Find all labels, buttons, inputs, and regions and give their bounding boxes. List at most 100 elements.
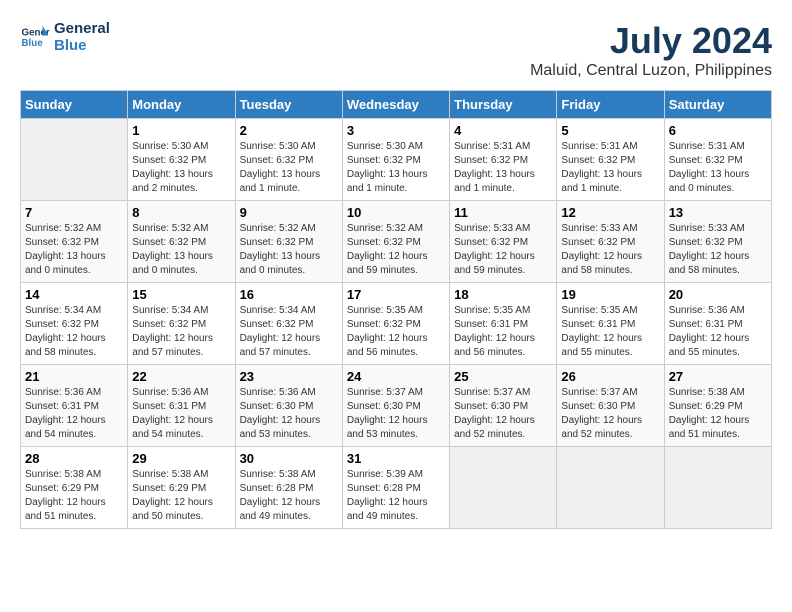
calendar-cell: 28 Sunrise: 5:38 AM Sunset: 6:29 PM Dayli… — [21, 447, 128, 529]
day-number: 8 — [132, 205, 230, 220]
calendar-cell: 4Sunrise: 5:31 AM Sunset: 6:32 PM Daylig… — [450, 119, 557, 201]
day-info: Sunrise: 5:37 AM Sunset: 6:30 PM Dayligh… — [561, 386, 659, 442]
day-number: 5 — [561, 123, 659, 138]
calendar-cell: 25 Sunrise: 5:37 AM Sunset: 6:30 PM Dayli… — [450, 365, 557, 447]
day-number: 29 — [132, 451, 230, 466]
day-number: 25 — [454, 369, 552, 384]
calendar-cell: 10Sunrise: 5:32 AM Sunset: 6:32 PM Dayli… — [342, 201, 449, 283]
day-info: Sunrise: 5:31 AM Sunset: 6:32 PM Dayligh… — [454, 140, 552, 196]
day-number: 15 — [132, 287, 230, 302]
logo-line1: General — [54, 20, 110, 37]
svg-text:Blue: Blue — [22, 38, 44, 49]
day-info: Sunrise: 5:33 AM Sunset: 6:32 PM Dayligh… — [561, 222, 659, 278]
header-thursday: Thursday — [450, 91, 557, 119]
day-info: Sunrise: 5:34 AM Sunset: 6:32 PM Dayligh… — [240, 304, 338, 360]
day-info: Sunrise: 5:37 AM Sunset: 6:30 PM Dayligh… — [454, 386, 552, 442]
day-info: Sunrise: 5:38 AM Sunset: 6:29 PM Dayligh… — [132, 468, 230, 524]
header-sunday: Sunday — [21, 91, 128, 119]
calendar-cell — [21, 119, 128, 201]
day-info: Sunrise: 5:36 AM Sunset: 6:31 PM Dayligh… — [132, 386, 230, 442]
calendar-cell: 5 Sunrise: 5:31 AM Sunset: 6:32 PM Daylig… — [557, 119, 664, 201]
day-number: 31 — [347, 451, 445, 466]
day-info: Sunrise: 5:35 AM Sunset: 6:31 PM Dayligh… — [561, 304, 659, 360]
day-info: Sunrise: 5:36 AM Sunset: 6:31 PM Dayligh… — [25, 386, 123, 442]
calendar-cell: 19 Sunrise: 5:35 AM Sunset: 6:31 PM Dayli… — [557, 283, 664, 365]
day-number: 24 — [347, 369, 445, 384]
calendar-cell: 20 Sunrise: 5:36 AM Sunset: 6:31 PM Dayli… — [664, 283, 771, 365]
calendar-cell: 18 Sunrise: 5:35 AM Sunset: 6:31 PM Dayli… — [450, 283, 557, 365]
day-number: 30 — [240, 451, 338, 466]
day-info: Sunrise: 5:38 AM Sunset: 6:29 PM Dayligh… — [25, 468, 123, 524]
day-number: 12 — [561, 205, 659, 220]
day-number: 16 — [240, 287, 338, 302]
day-info: Sunrise: 5:31 AM Sunset: 6:32 PM Dayligh… — [669, 140, 767, 196]
day-info: Sunrise: 5:34 AM Sunset: 6:32 PM Dayligh… — [132, 304, 230, 360]
calendar-week-4: 21 Sunrise: 5:36 AM Sunset: 6:31 PM Dayli… — [21, 365, 772, 447]
header-tuesday: Tuesday — [235, 91, 342, 119]
header-monday: Monday — [128, 91, 235, 119]
day-number: 17 — [347, 287, 445, 302]
day-info: Sunrise: 5:32 AM Sunset: 6:32 PM Dayligh… — [240, 222, 338, 278]
page-header: General Blue General Blue July 2024 Malu… — [20, 20, 772, 80]
day-info: Sunrise: 5:32 AM Sunset: 6:32 PM Dayligh… — [25, 222, 123, 278]
main-title: July 2024 — [530, 20, 772, 62]
calendar-week-3: 14 Sunrise: 5:34 AM Sunset: 6:32 PM Dayli… — [21, 283, 772, 365]
calendar-cell: 14 Sunrise: 5:34 AM Sunset: 6:32 PM Dayli… — [21, 283, 128, 365]
day-number: 9 — [240, 205, 338, 220]
day-info: Sunrise: 5:30 AM Sunset: 6:32 PM Dayligh… — [240, 140, 338, 196]
subtitle: Maluid, Central Luzon, Philippines — [530, 62, 772, 80]
day-info: Sunrise: 5:37 AM Sunset: 6:30 PM Dayligh… — [347, 386, 445, 442]
calendar-cell — [557, 447, 664, 529]
day-info: Sunrise: 5:38 AM Sunset: 6:28 PM Dayligh… — [240, 468, 338, 524]
calendar-cell: 26 Sunrise: 5:37 AM Sunset: 6:30 PM Dayli… — [557, 365, 664, 447]
day-info: Sunrise: 5:36 AM Sunset: 6:31 PM Dayligh… — [669, 304, 767, 360]
day-info: Sunrise: 5:35 AM Sunset: 6:31 PM Dayligh… — [454, 304, 552, 360]
calendar-cell: 2 Sunrise: 5:30 AM Sunset: 6:32 PM Daylig… — [235, 119, 342, 201]
calendar-cell: 3 Sunrise: 5:30 AM Sunset: 6:32 PM Daylig… — [342, 119, 449, 201]
day-info: Sunrise: 5:39 AM Sunset: 6:28 PM Dayligh… — [347, 468, 445, 524]
calendar-cell: 6Sunrise: 5:31 AM Sunset: 6:32 PM Daylig… — [664, 119, 771, 201]
title-block: July 2024 Maluid, Central Luzon, Philipp… — [530, 20, 772, 80]
day-info: Sunrise: 5:31 AM Sunset: 6:32 PM Dayligh… — [561, 140, 659, 196]
header-wednesday: Wednesday — [342, 91, 449, 119]
day-number: 2 — [240, 123, 338, 138]
calendar-week-1: 1Sunrise: 5:30 AM Sunset: 6:32 PM Daylig… — [21, 119, 772, 201]
day-number: 13 — [669, 205, 767, 220]
calendar-cell: 8Sunrise: 5:32 AM Sunset: 6:32 PM Daylig… — [128, 201, 235, 283]
day-info: Sunrise: 5:36 AM Sunset: 6:30 PM Dayligh… — [240, 386, 338, 442]
day-number: 27 — [669, 369, 767, 384]
calendar-cell: 27 Sunrise: 5:38 AM Sunset: 6:29 PM Dayli… — [664, 365, 771, 447]
day-info: Sunrise: 5:35 AM Sunset: 6:32 PM Dayligh… — [347, 304, 445, 360]
logo: General Blue General Blue — [20, 20, 110, 54]
calendar-cell — [450, 447, 557, 529]
header-friday: Friday — [557, 91, 664, 119]
day-number: 26 — [561, 369, 659, 384]
logo-line2: Blue — [54, 37, 110, 54]
calendar-cell: 24 Sunrise: 5:37 AM Sunset: 6:30 PM Dayli… — [342, 365, 449, 447]
day-number: 3 — [347, 123, 445, 138]
day-number: 28 — [25, 451, 123, 466]
day-info: Sunrise: 5:30 AM Sunset: 6:32 PM Dayligh… — [347, 140, 445, 196]
day-number: 23 — [240, 369, 338, 384]
logo-icon: General Blue — [20, 22, 50, 52]
day-info: Sunrise: 5:34 AM Sunset: 6:32 PM Dayligh… — [25, 304, 123, 360]
calendar-cell: 22Sunrise: 5:36 AM Sunset: 6:31 PM Dayli… — [128, 365, 235, 447]
calendar-cell: 23 Sunrise: 5:36 AM Sunset: 6:30 PM Dayli… — [235, 365, 342, 447]
calendar-cell: 11Sunrise: 5:33 AM Sunset: 6:32 PM Dayli… — [450, 201, 557, 283]
day-number: 19 — [561, 287, 659, 302]
calendar-header-row: SundayMondayTuesdayWednesdayThursdayFrid… — [21, 91, 772, 119]
calendar-cell: 13 Sunrise: 5:33 AM Sunset: 6:32 PM Dayli… — [664, 201, 771, 283]
day-number: 14 — [25, 287, 123, 302]
day-info: Sunrise: 5:33 AM Sunset: 6:32 PM Dayligh… — [669, 222, 767, 278]
calendar-cell — [664, 447, 771, 529]
day-number: 18 — [454, 287, 552, 302]
calendar-cell: 16 Sunrise: 5:34 AM Sunset: 6:32 PM Dayli… — [235, 283, 342, 365]
header-saturday: Saturday — [664, 91, 771, 119]
day-number: 20 — [669, 287, 767, 302]
calendar-cell: 15 Sunrise: 5:34 AM Sunset: 6:32 PM Dayli… — [128, 283, 235, 365]
calendar-cell: 1Sunrise: 5:30 AM Sunset: 6:32 PM Daylig… — [128, 119, 235, 201]
day-number: 21 — [25, 369, 123, 384]
day-info: Sunrise: 5:38 AM Sunset: 6:29 PM Dayligh… — [669, 386, 767, 442]
calendar-table: SundayMondayTuesdayWednesdayThursdayFrid… — [20, 90, 772, 529]
calendar-cell: 12 Sunrise: 5:33 AM Sunset: 6:32 PM Dayli… — [557, 201, 664, 283]
